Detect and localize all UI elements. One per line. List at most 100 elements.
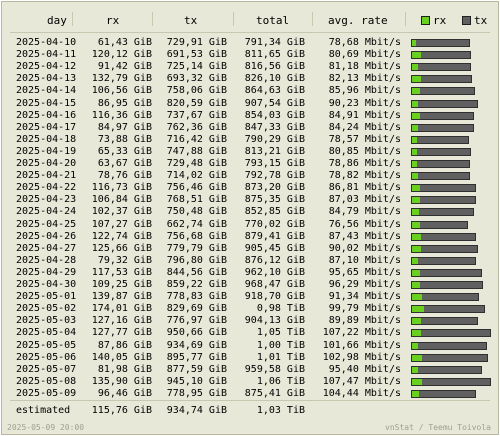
traffic-bar-rx xyxy=(412,76,421,83)
row-rx: 135,90 GiB xyxy=(91,375,152,387)
row-date: 2025-04-13 xyxy=(16,73,77,85)
row-rx: 106,56 GiB xyxy=(91,85,152,97)
row-total: 854,03 GiB xyxy=(244,109,305,121)
row-avg-rate: 87,43 Mbit/s xyxy=(328,230,401,242)
table-row: 2025-05-01 139,87 GiB 778,83 GiB 918,70 GiB… xyxy=(2,291,498,303)
row-tx: 747,88 GiB xyxy=(166,145,227,157)
row-rx: 102,37 GiB xyxy=(91,206,152,218)
legend-tx-swatch xyxy=(462,16,471,25)
row-tx: 895,77 GiB xyxy=(166,351,227,363)
row-total: 847,33 GiB xyxy=(244,121,305,133)
row-total: 879,41 GiB xyxy=(244,230,305,242)
table-row: 2025-04-22 116,73 GiB 756,46 GiB 873,20 GiB… xyxy=(2,182,498,194)
traffic-bar-rx xyxy=(412,354,422,361)
row-total: 792,78 GiB xyxy=(244,170,305,182)
row-avg-rate: 107,22 Mbit/s xyxy=(322,327,401,339)
row-date: 2025-05-03 xyxy=(16,315,77,327)
row-total: 1,00 TiB xyxy=(256,339,305,351)
row-date: 2025-04-18 xyxy=(16,133,77,145)
row-avg-rate: 85,96 Mbit/s xyxy=(328,85,401,97)
header-tx: tx xyxy=(184,14,198,27)
traffic-bar xyxy=(411,281,483,289)
header-day: day xyxy=(47,14,67,27)
row-rx: 61,43 GiB xyxy=(97,37,152,48)
row-date: 2025-04-27 xyxy=(16,242,77,254)
row-tx: 768,51 GiB xyxy=(166,194,227,206)
row-rx: 125,66 GiB xyxy=(91,242,152,254)
row-tx: 714,02 GiB xyxy=(166,170,227,182)
legend-tx-label: tx xyxy=(474,14,488,27)
row-tx: 762,36 GiB xyxy=(166,121,227,133)
table-row: 2025-04-10 61,43 GiB 729,91 GiB 791,34 GiB 7… xyxy=(2,37,498,49)
traffic-bar-rx xyxy=(412,269,420,276)
row-tx: 737,67 GiB xyxy=(166,109,227,121)
row-avg-rate: 78,86 Mbit/s xyxy=(328,158,401,169)
row-rx: 86,95 GiB xyxy=(97,97,152,109)
traffic-bar-rx xyxy=(412,52,421,59)
traffic-bar xyxy=(411,305,485,314)
table-row: 2025-04-23 106,84 GiB 768,51 GiB 875,35 GiB… xyxy=(2,194,498,206)
row-tx: 779,79 GiB xyxy=(166,242,227,254)
row-total: 791,34 GiB xyxy=(244,37,305,48)
footer-credit: vnStat / Teemu Toivola xyxy=(385,423,491,432)
row-avg-rate: 95,65 Mbit/s xyxy=(328,266,401,278)
row-date: 2025-05-08 xyxy=(16,375,77,387)
traffic-bar xyxy=(411,39,470,47)
table-row: 2025-05-08 135,90 GiB 945,10 GiB 1,06 TiB 10… xyxy=(2,376,498,388)
row-avg-rate: 84,91 Mbit/s xyxy=(328,109,401,121)
row-total: 959,58 GiB xyxy=(244,363,305,375)
header-total: total xyxy=(256,14,290,27)
legend-rx-swatch xyxy=(421,16,430,25)
table-row: 2025-05-04 127,77 GiB 950,66 GiB 1,05 TiB 10… xyxy=(2,327,498,339)
traffic-bar-rx xyxy=(412,390,419,397)
row-total: 813,21 GiB xyxy=(244,145,305,157)
row-total: 875,41 GiB xyxy=(244,387,305,399)
traffic-bar xyxy=(411,329,491,338)
row-date: 2025-05-04 xyxy=(16,327,77,339)
row-avg-rate: 76,56 Mbit/s xyxy=(328,218,401,230)
row-total: 907,54 GiB xyxy=(244,97,305,109)
traffic-bar-rx xyxy=(412,221,420,228)
row-avg-rate: 96,29 Mbit/s xyxy=(328,279,401,290)
traffic-bar xyxy=(411,196,476,205)
traffic-bar xyxy=(411,184,476,193)
row-tx: 945,10 GiB xyxy=(166,375,227,387)
table-row: 2025-05-05 87,86 GiB 934,69 GiB 1,00 TiB 101… xyxy=(2,340,498,352)
row-rx: 81,98 GiB xyxy=(97,363,152,375)
row-tx: 829,69 GiB xyxy=(166,303,227,315)
row-avg-rate: 78,68 Mbit/s xyxy=(328,37,401,48)
row-avg-rate: 91,34 Mbit/s xyxy=(328,291,401,303)
row-total: 864,63 GiB xyxy=(244,85,305,97)
row-date: 2025-04-15 xyxy=(16,97,77,109)
row-tx: 934,69 GiB xyxy=(166,339,227,351)
table-row: 2025-04-14 106,56 GiB 758,06 GiB 864,63 GiB… xyxy=(2,85,498,97)
traffic-bar xyxy=(411,63,471,72)
row-rx: 116,73 GiB xyxy=(91,182,152,194)
traffic-bar-rx xyxy=(412,209,419,216)
row-tx: 729,91 GiB xyxy=(166,37,227,48)
row-rx: 63,67 GiB xyxy=(97,158,152,169)
traffic-bar xyxy=(411,341,487,350)
traffic-bar-rx xyxy=(412,136,417,143)
row-avg-rate: 78,82 Mbit/s xyxy=(328,170,401,182)
traffic-bar-rx xyxy=(412,257,418,264)
row-tx: 662,74 GiB xyxy=(166,218,227,230)
row-avg-rate: 81,18 Mbit/s xyxy=(328,61,401,73)
row-tx: 796,80 GiB xyxy=(166,254,227,266)
row-date: 2025-04-30 xyxy=(16,279,77,290)
row-tx: 776,97 GiB xyxy=(166,315,227,327)
row-rx: 87,86 GiB xyxy=(97,339,152,351)
row-date: 2025-04-10 xyxy=(16,37,77,48)
row-total: 918,70 GiB xyxy=(244,291,305,303)
row-date: 2025-04-14 xyxy=(16,85,77,97)
traffic-bar-rx xyxy=(412,124,418,131)
row-date: 2025-05-06 xyxy=(16,351,77,363)
row-avg-rate: 101,66 Mbit/s xyxy=(322,339,401,351)
row-total: 962,10 GiB xyxy=(244,266,305,278)
traffic-bar-rx xyxy=(412,185,420,192)
table-row: 2025-05-02 174,01 GiB 829,69 GiB 0,98 TiB 99… xyxy=(2,303,498,315)
row-total: 790,29 GiB xyxy=(244,133,305,145)
row-date: 2025-04-26 xyxy=(16,230,77,242)
row-avg-rate: 84,24 Mbit/s xyxy=(328,121,401,133)
row-avg-rate: 102,98 Mbit/s xyxy=(322,351,401,363)
